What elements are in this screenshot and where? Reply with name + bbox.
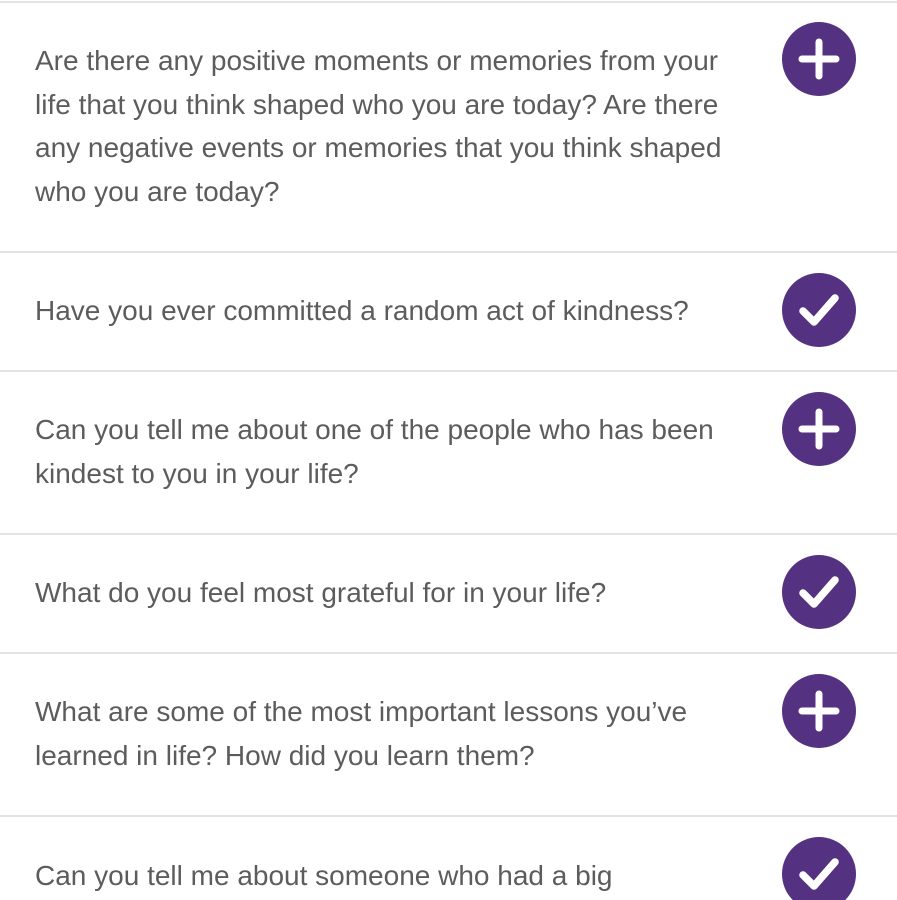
plus-icon (798, 38, 840, 80)
check-icon (799, 858, 839, 890)
add-answer-button[interactable] (782, 392, 856, 466)
check-icon (799, 294, 839, 326)
list-item[interactable]: What are some of the most important less… (0, 654, 897, 815)
list-item[interactable]: Have you ever committed a random act of … (0, 253, 897, 370)
question-text: Can you tell me about one of the people … (35, 414, 714, 489)
plus-icon (798, 690, 840, 732)
add-answer-button[interactable] (782, 674, 856, 748)
list-item[interactable]: What do you feel most grateful for in yo… (0, 535, 897, 652)
answered-check-button[interactable] (782, 273, 856, 347)
answered-check-button[interactable] (782, 555, 856, 629)
question-list: Are there any positive moments or memori… (0, 0, 897, 900)
question-text: Have you ever committed a random act of … (35, 295, 689, 326)
question-text: Are there any positive moments or memori… (35, 45, 722, 207)
list-item[interactable]: Can you tell me about someone who had a … (0, 817, 897, 900)
plus-icon (798, 408, 840, 450)
answered-check-button[interactable] (782, 837, 856, 900)
question-text: What are some of the most important less… (35, 696, 688, 771)
list-item[interactable]: Can you tell me about one of the people … (0, 372, 897, 533)
list-item[interactable]: Are there any positive moments or memori… (0, 2, 897, 251)
question-text: What do you feel most grateful for in yo… (35, 577, 607, 608)
question-text: Can you tell me about someone who had a … (35, 860, 613, 891)
add-answer-button[interactable] (782, 22, 856, 96)
check-icon (799, 576, 839, 608)
